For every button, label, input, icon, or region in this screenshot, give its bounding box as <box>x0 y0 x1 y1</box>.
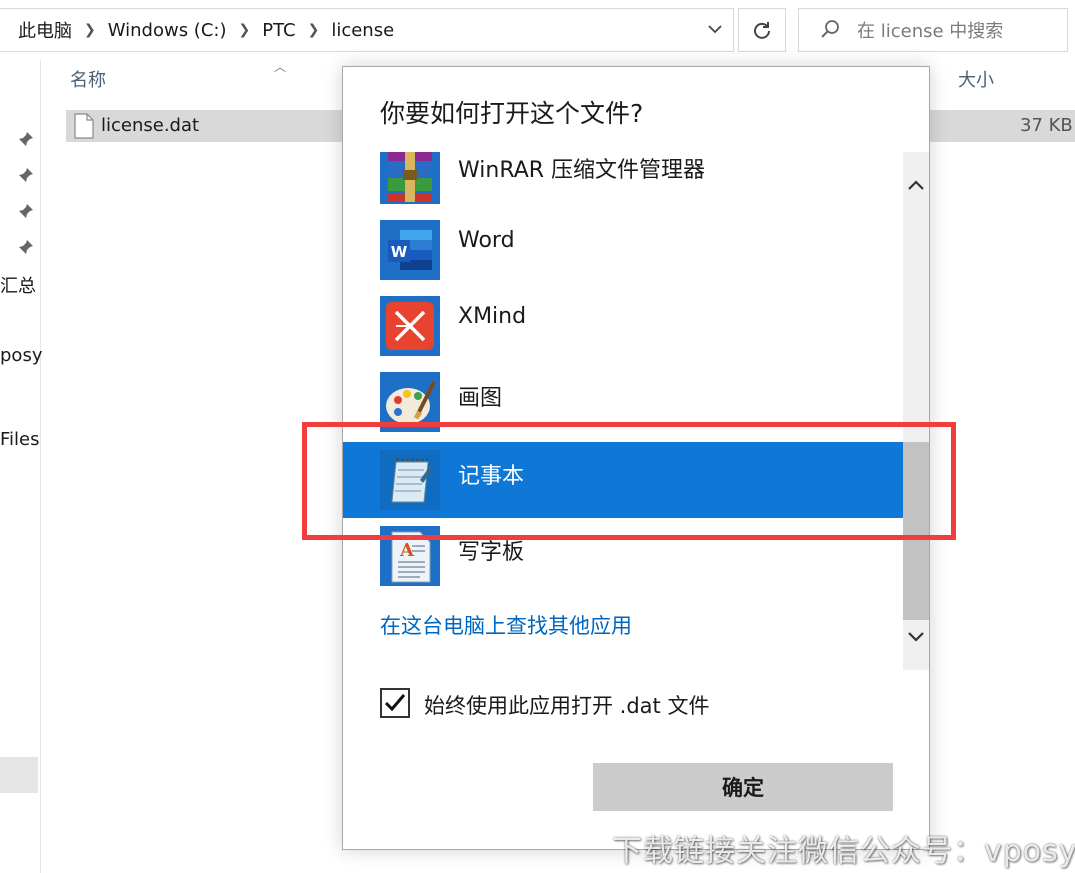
chevron-right-icon: ❯ <box>307 22 320 38</box>
nav-item[interactable]: posy <box>0 345 42 366</box>
breadcrumb-c-drive[interactable]: Windows (C:) <box>108 20 227 41</box>
search-input[interactable]: 在 license 中搜索 <box>857 17 1003 43</box>
pin-icon[interactable] <box>18 131 34 147</box>
dialog-title: 你要如何打开这个文件? <box>380 99 644 128</box>
chevron-down-icon <box>908 632 924 642</box>
pin-icon[interactable] <box>18 239 34 255</box>
checkmark-icon <box>384 694 406 712</box>
pin-icon[interactable] <box>18 167 34 183</box>
nav-item[interactable]: Files <box>0 429 40 450</box>
chevron-right-icon: ❯ <box>84 22 96 38</box>
search-box[interactable]: 在 license 中搜索 <box>798 8 1068 52</box>
breadcrumb-license[interactable]: license <box>331 20 394 41</box>
breadcrumb-this-pc[interactable]: 此电脑 <box>18 17 72 43</box>
app-label: XMind <box>458 304 527 329</box>
xmind-icon <box>380 296 440 356</box>
file-name[interactable]: license.dat <box>101 115 199 136</box>
pin-icon[interactable] <box>18 203 34 219</box>
chevron-up-icon <box>908 180 924 190</box>
app-item-word[interactable]: W Word <box>343 220 903 296</box>
app-item-xmind[interactable]: XMind <box>343 296 903 372</box>
refresh-icon <box>754 22 770 39</box>
app-item-winrar[interactable]: WinRAR 压缩文件管理器 <box>343 152 903 220</box>
chevron-right-icon: ❯ <box>238 22 251 38</box>
breadcrumb-ptc[interactable]: PTC <box>262 20 295 41</box>
chevron-down-icon[interactable] <box>707 21 723 37</box>
app-label: WinRAR 压缩文件管理器 <box>458 158 706 183</box>
highlight-box <box>302 422 956 540</box>
nav-item[interactable]: 汇总 <box>0 272 36 298</box>
nav-item-selected[interactable] <box>0 757 38 793</box>
always-use-checkbox[interactable] <box>380 688 410 718</box>
scroll-down-button[interactable] <box>903 622 929 652</box>
word-icon: W <box>380 220 440 280</box>
watermark: 下载链接关注微信公众号：vposy <box>612 834 1075 869</box>
address-bar[interactable]: 此电脑 ❯ Windows (C:) ❯ PTC ❯ license <box>0 8 734 52</box>
find-other-apps-link[interactable]: 在这台电脑上查找其他应用 <box>380 610 632 640</box>
scroll-up-button[interactable] <box>903 170 929 200</box>
ok-button[interactable]: 确定 <box>593 763 893 811</box>
document-icon <box>74 113 94 139</box>
sort-ascending-icon: ︿ <box>274 60 287 74</box>
column-header-name[interactable]: 名称 <box>70 66 106 92</box>
search-icon <box>821 20 839 38</box>
svg-text:W: W <box>391 243 408 261</box>
file-size: 37 KB <box>1020 115 1073 136</box>
column-header-size[interactable]: 大小 <box>958 66 994 92</box>
app-label: 画图 <box>458 386 503 411</box>
app-label: Word <box>458 228 515 253</box>
winrar-icon <box>380 152 440 204</box>
refresh-button[interactable] <box>738 8 786 52</box>
always-use-label: 始终使用此应用打开 .dat 文件 <box>424 694 710 718</box>
